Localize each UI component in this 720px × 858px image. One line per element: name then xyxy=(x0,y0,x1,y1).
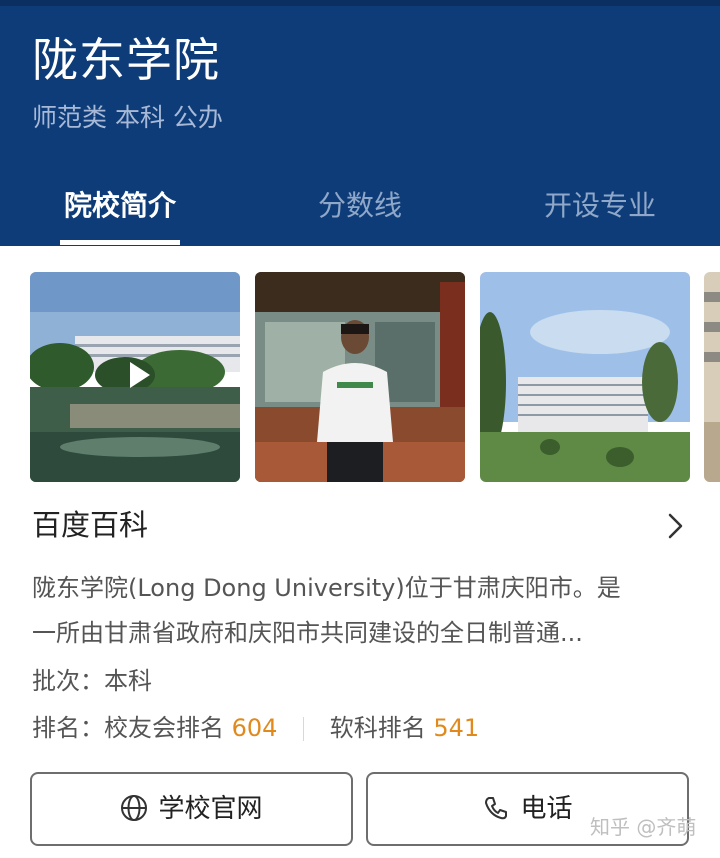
tab-scores[interactable]: 分数线 xyxy=(240,178,480,246)
active-tab-indicator xyxy=(60,240,180,245)
page-title: 陇东学院 xyxy=(32,33,220,87)
soft-rank-label: 软科排名 xyxy=(329,714,426,742)
photo-gallery[interactable] xyxy=(0,272,720,482)
campus-building-image xyxy=(480,272,690,482)
rank-row: 排名：校友会排名 604 软科排名 541 xyxy=(32,710,479,746)
batch-value: 本科 xyxy=(104,667,152,695)
batch-label: 批次： xyxy=(32,667,104,695)
tab-bar: 院校简介 分数线 开设专业 xyxy=(0,178,720,246)
phone-label: 电话 xyxy=(520,794,573,824)
status-strip xyxy=(0,0,720,6)
soft-rank-value: 541 xyxy=(433,714,480,742)
alumni-rank-label: 校友会排名 xyxy=(104,714,224,742)
student-photo[interactable] xyxy=(255,272,465,482)
rank-label: 排名： xyxy=(32,714,104,742)
campus-building-photo[interactable] xyxy=(480,272,690,482)
campus-lake-video-thumbnail[interactable] xyxy=(30,272,240,482)
alumni-rank-value: 604 xyxy=(231,714,278,742)
baike-title: 百度百科 xyxy=(32,508,149,542)
globe-icon xyxy=(121,794,148,821)
description-line: 陇东学院(Long Dong University)位于甘肃庆阳市。是 xyxy=(32,574,621,602)
chevron-right-icon[interactable] xyxy=(664,512,688,540)
watermark: 知乎 @齐萌 xyxy=(590,815,697,839)
building-partial-image xyxy=(704,272,720,482)
divider xyxy=(303,717,305,741)
school-website-label: 学校官网 xyxy=(158,794,263,824)
student-portrait-image xyxy=(255,272,465,482)
school-tags: 师范类 本科 公办 xyxy=(32,103,223,132)
campus-lake-image xyxy=(30,272,240,482)
building-partial-photo[interactable] xyxy=(704,272,720,482)
tab-majors[interactable]: 开设专业 xyxy=(480,178,720,246)
batch-row: 批次：本科 xyxy=(32,663,152,699)
school-website-button[interactable]: 学校官网 xyxy=(30,772,353,846)
tab-intro[interactable]: 院校简介 xyxy=(0,178,240,246)
baike-description[interactable]: 陇东学院(Long Dong University)位于甘肃庆阳市。是 一所由甘… xyxy=(32,566,692,656)
header: 陇东学院 师范类 本科 公办 院校简介 分数线 开设专业 xyxy=(0,0,720,246)
phone-icon xyxy=(485,796,508,819)
description-line: 一所由甘肃省政府和庆阳市共同建设的全日制普通... xyxy=(32,619,583,647)
